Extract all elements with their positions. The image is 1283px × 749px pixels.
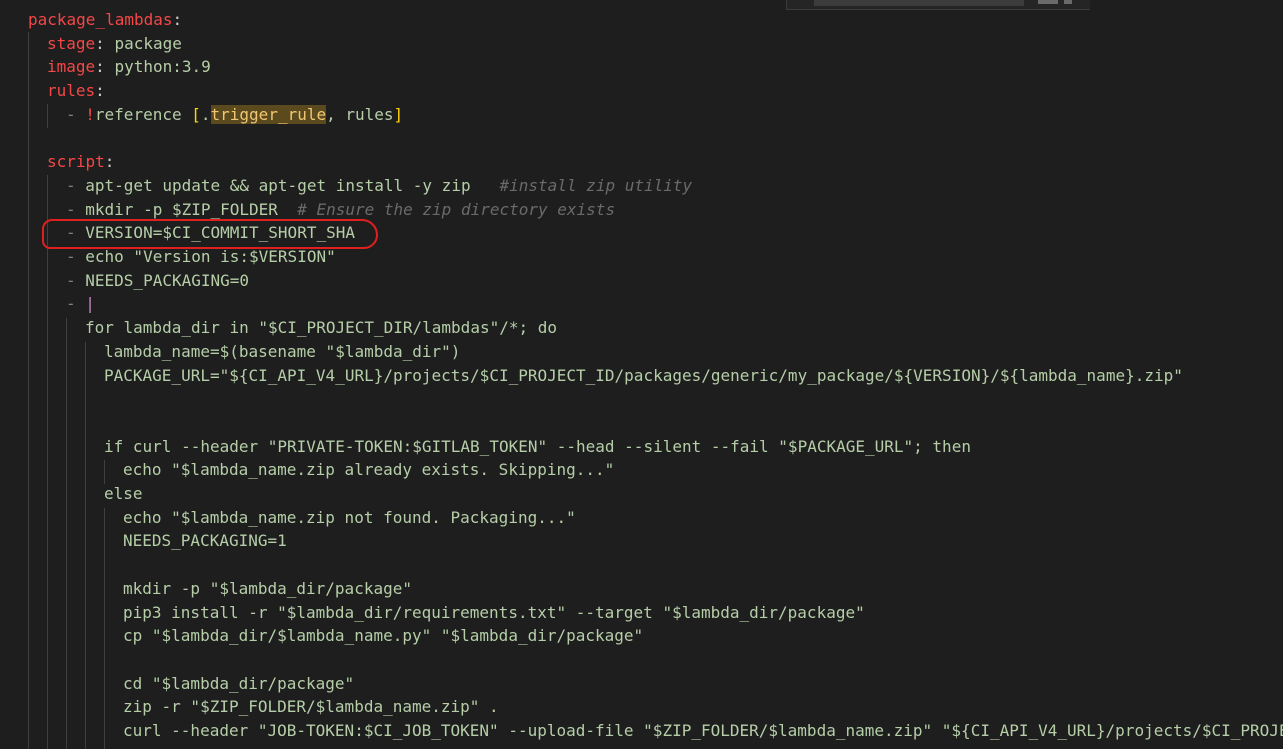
- code-token: -: [66, 223, 86, 243]
- code-token: -: [66, 175, 86, 195]
- code-line[interactable]: pip3 install -r "$lambda_dir/requirement…: [123, 601, 865, 625]
- code-line[interactable]: - VERSION=$CI_COMMIT_SHORT_SHA: [66, 221, 355, 245]
- code-token: image: [47, 57, 96, 77]
- code-line[interactable]: mkdir -p "$lambda_dir/package": [123, 577, 412, 601]
- code-line[interactable]: if curl --header "PRIVATE-TOKEN:$GITLAB_…: [104, 435, 971, 459]
- code-token: .: [200, 104, 211, 124]
- code-token: rules: [47, 81, 96, 101]
- code-line[interactable]: image: python:3.9: [47, 55, 211, 79]
- indent-guide: [47, 104, 48, 128]
- code-line[interactable]: zip -r "$ZIP_FOLDER/$lambda_name.zip" .: [123, 695, 499, 719]
- indent-guide: [85, 342, 86, 749]
- code-token: pip3 install -r "$lambda_dir/requirement…: [123, 602, 865, 622]
- code-token: , rules: [326, 104, 394, 124]
- code-token: [: [191, 104, 201, 124]
- find-input[interactable]: [814, 0, 1024, 6]
- code-token: echo "$lambda_name.zip already exists. S…: [123, 460, 615, 480]
- code-token: :: [95, 81, 105, 101]
- code-token: trigger_rule: [210, 104, 327, 124]
- code-token: for lambda_dir in "$CI_PROJECT_DIR/lambd…: [85, 318, 558, 338]
- code-line[interactable]: for lambda_dir in "$CI_PROJECT_DIR/lambd…: [85, 316, 557, 340]
- code-token: -: [66, 104, 86, 124]
- code-token: package: [114, 33, 182, 53]
- indent-guide: [47, 175, 48, 749]
- code-token: python:3.9: [114, 57, 211, 77]
- code-token: #install zip utility: [499, 175, 693, 195]
- indent-guide: [104, 460, 105, 484]
- code-token: echo "$lambda_name.zip not found. Packag…: [123, 507, 576, 527]
- code-token: cd "$lambda_dir/package": [123, 673, 355, 693]
- code-token: |: [85, 294, 95, 314]
- code-token: -: [66, 294, 86, 314]
- code-token: else: [104, 484, 143, 503]
- code-token: -: [66, 270, 86, 290]
- code-token: ]: [393, 104, 404, 124]
- code-token: # Ensure the zip directory exists: [297, 199, 616, 219]
- find-close-icon[interactable]: [1064, 0, 1072, 4]
- code-line[interactable]: rules:: [47, 79, 105, 103]
- code-token: NEEDS_PACKAGING=0: [85, 270, 250, 290]
- code-token: if curl --header "PRIVATE-TOKEN:$GITLAB_…: [104, 436, 971, 456]
- code-line[interactable]: lambda_name=$(basename "$lambda_dir"): [104, 340, 460, 364]
- code-token: reference: [94, 104, 192, 124]
- code-line[interactable]: - mkdir -p $ZIP_FOLDER # Ensure the zip …: [66, 198, 615, 222]
- code-token: mkdir -p "$lambda_dir/package": [123, 578, 412, 598]
- code-token: curl --header "JOB-TOKEN:$CI_JOB_TOKEN" …: [123, 721, 1283, 740]
- code-token: :: [95, 33, 115, 53]
- find-options-icon[interactable]: [1038, 0, 1058, 4]
- code-token: echo "Version is:$VERSION": [85, 247, 336, 266]
- code-token: stage: [47, 33, 96, 53]
- code-token: -: [66, 199, 86, 219]
- code-token: script: [47, 152, 105, 172]
- code-line[interactable]: package_lambdas:: [28, 8, 182, 32]
- code-line[interactable]: else: [104, 482, 143, 506]
- code-token: mkdir -p $ZIP_FOLDER: [85, 199, 298, 219]
- code-token: :: [95, 57, 115, 77]
- code-token: NEEDS_PACKAGING=1: [123, 531, 287, 551]
- code-line[interactable]: echo "$lambda_name.zip not found. Packag…: [123, 506, 576, 530]
- code-line[interactable]: script:: [47, 150, 114, 174]
- code-line[interactable]: echo "$lambda_name.zip already exists. S…: [123, 458, 614, 482]
- code-line[interactable]: cp "$lambda_dir/$lambda_name.py" "$lambd…: [123, 624, 643, 648]
- code-line[interactable]: PACKAGE_URL="${CI_API_V4_URL}/projects/$…: [104, 364, 1183, 388]
- code-line[interactable]: - apt-get update && apt-get install -y z…: [66, 174, 692, 198]
- code-editor[interactable]: package_lambdas: stage: package image: pyt…: [0, 0, 1283, 749]
- code-line[interactable]: cd "$lambda_dir/package": [123, 672, 354, 696]
- code-token: -: [66, 247, 86, 266]
- indent-guide: [66, 318, 67, 749]
- code-token: lambda_name=$(basename "$lambda_dir"): [104, 341, 461, 361]
- code-token: VERSION=$CI_COMMIT_SHORT_SHA: [85, 223, 355, 243]
- code-line[interactable]: NEEDS_PACKAGING=1: [123, 529, 287, 553]
- code-token: zip -r "$ZIP_FOLDER/$lambda_name.zip" .: [123, 697, 499, 717]
- code-token: !: [85, 104, 95, 124]
- code-token: PACKAGE_URL="${CI_API_V4_URL}/projects/$…: [104, 365, 1183, 385]
- code-token: cp "$lambda_dir/$lambda_name.py" "$lambd…: [123, 626, 644, 646]
- indent-guide: [104, 508, 105, 749]
- code-line[interactable]: - |: [66, 292, 95, 316]
- code-line[interactable]: - NEEDS_PACKAGING=0: [66, 269, 249, 293]
- code-token: package_lambdas: [28, 10, 173, 29]
- code-token: apt-get update && apt-get install -y zip: [85, 175, 500, 195]
- code-token: :: [172, 10, 183, 29]
- code-token: :: [104, 152, 115, 172]
- code-line[interactable]: - !reference [.trigger_rule, rules]: [66, 103, 403, 127]
- code-line[interactable]: - echo "Version is:$VERSION": [66, 245, 336, 269]
- indent-guide: [28, 32, 29, 749]
- code-line[interactable]: curl --header "JOB-TOKEN:$CI_JOB_TOKEN" …: [123, 719, 1283, 743]
- code-line[interactable]: stage: package: [47, 32, 182, 56]
